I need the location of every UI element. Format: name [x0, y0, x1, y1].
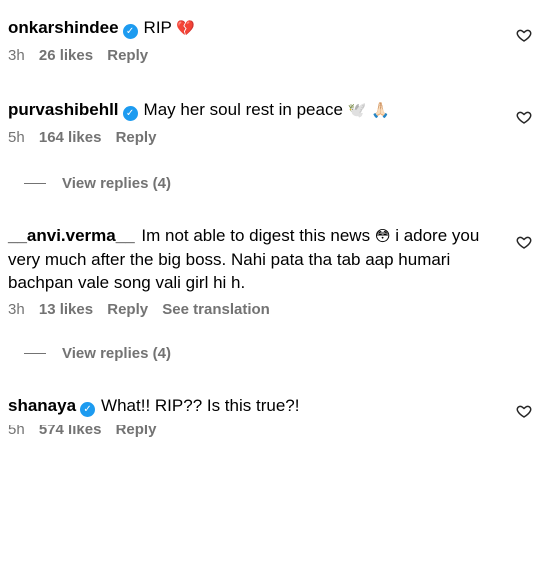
comment-body: onkarshindee ✓ RIP 💔 [8, 16, 508, 40]
comment-username[interactable]: purvashibehll [8, 100, 119, 119]
reply-button[interactable]: Reply [107, 301, 148, 318]
view-replies-label: View replies (4) [62, 345, 171, 362]
comment-likes[interactable]: 13 likes [39, 301, 93, 318]
comment-likes[interactable]: 26 likes [39, 47, 93, 64]
comment-text: RIP [143, 18, 172, 37]
comment-meta: 5h 164 likes Reply [8, 129, 508, 147]
reply-button[interactable]: Reply [116, 425, 157, 437]
replies-divider [24, 183, 46, 184]
reply-button[interactable]: Reply [107, 47, 148, 64]
comment-likes[interactable]: 574 likes [39, 425, 102, 437]
comment-meta-clipped: 5h 574 likes Reply [8, 425, 208, 437]
verified-badge-icon: ✓ [122, 106, 138, 121]
view-replies-button[interactable]: View replies (4) [24, 175, 171, 192]
comment-body: __anvi.verma__ Im not able to digest thi… [8, 224, 508, 294]
dove-pray-emoji: 🕊️ 🙏🏻 [347, 101, 390, 119]
comment-item: onkarshindee ✓ RIP 💔 3h 26 likes Reply [8, 16, 508, 65]
reply-button[interactable]: Reply [116, 129, 157, 146]
flushed-face-emoji: 😳 [374, 227, 391, 245]
comment-text: May her soul rest in peace [143, 100, 343, 119]
replies-divider [24, 353, 46, 354]
comment-time: 5h [8, 425, 25, 437]
comment-time: 5h [8, 129, 25, 146]
comment-body: purvashibehll ✓ May her soul rest in peace… [8, 98, 508, 122]
comment-username[interactable]: onkarshindee [8, 18, 119, 37]
heart-icon[interactable] [516, 109, 532, 125]
broken-heart-emoji: 💔 [176, 19, 196, 37]
verified-badge-icon: ✓ [80, 402, 96, 417]
view-replies-button[interactable]: View replies (4) [24, 345, 171, 362]
comments-feed: onkarshindee ✓ RIP 💔 3h 26 likes Reply pur… [0, 0, 544, 563]
comment-username[interactable]: __anvi.verma__ [8, 226, 135, 245]
comment-item: purvashibehll ✓ May her soul rest in peace… [8, 98, 508, 147]
comment-username[interactable]: shanaya [8, 396, 76, 415]
see-translation-button[interactable]: See translation [162, 301, 270, 318]
view-replies-label: View replies (4) [62, 175, 171, 192]
comment-item: shanaya ✓ What!! RIP?? Is this true?! [8, 394, 508, 417]
comment-body: shanaya ✓ What!! RIP?? Is this true?! [8, 394, 508, 417]
comment-item: __anvi.verma__ Im not able to digest thi… [8, 224, 508, 319]
comment-meta: 5h 574 likes Reply [8, 425, 208, 437]
comment-time: 3h [8, 301, 25, 318]
heart-icon[interactable] [516, 27, 532, 43]
comment-meta: 3h 13 likes Reply See translation [8, 301, 508, 319]
comment-text: What!! RIP?? Is this true?! [101, 396, 300, 415]
heart-icon[interactable] [516, 234, 532, 250]
heart-icon[interactable] [516, 403, 532, 419]
verified-badge-icon: ✓ [122, 24, 138, 39]
comment-likes[interactable]: 164 likes [39, 129, 102, 146]
comment-meta: 3h 26 likes Reply [8, 47, 508, 65]
comment-time: 3h [8, 47, 25, 64]
comment-text: Im not able to digest this news [141, 226, 371, 245]
